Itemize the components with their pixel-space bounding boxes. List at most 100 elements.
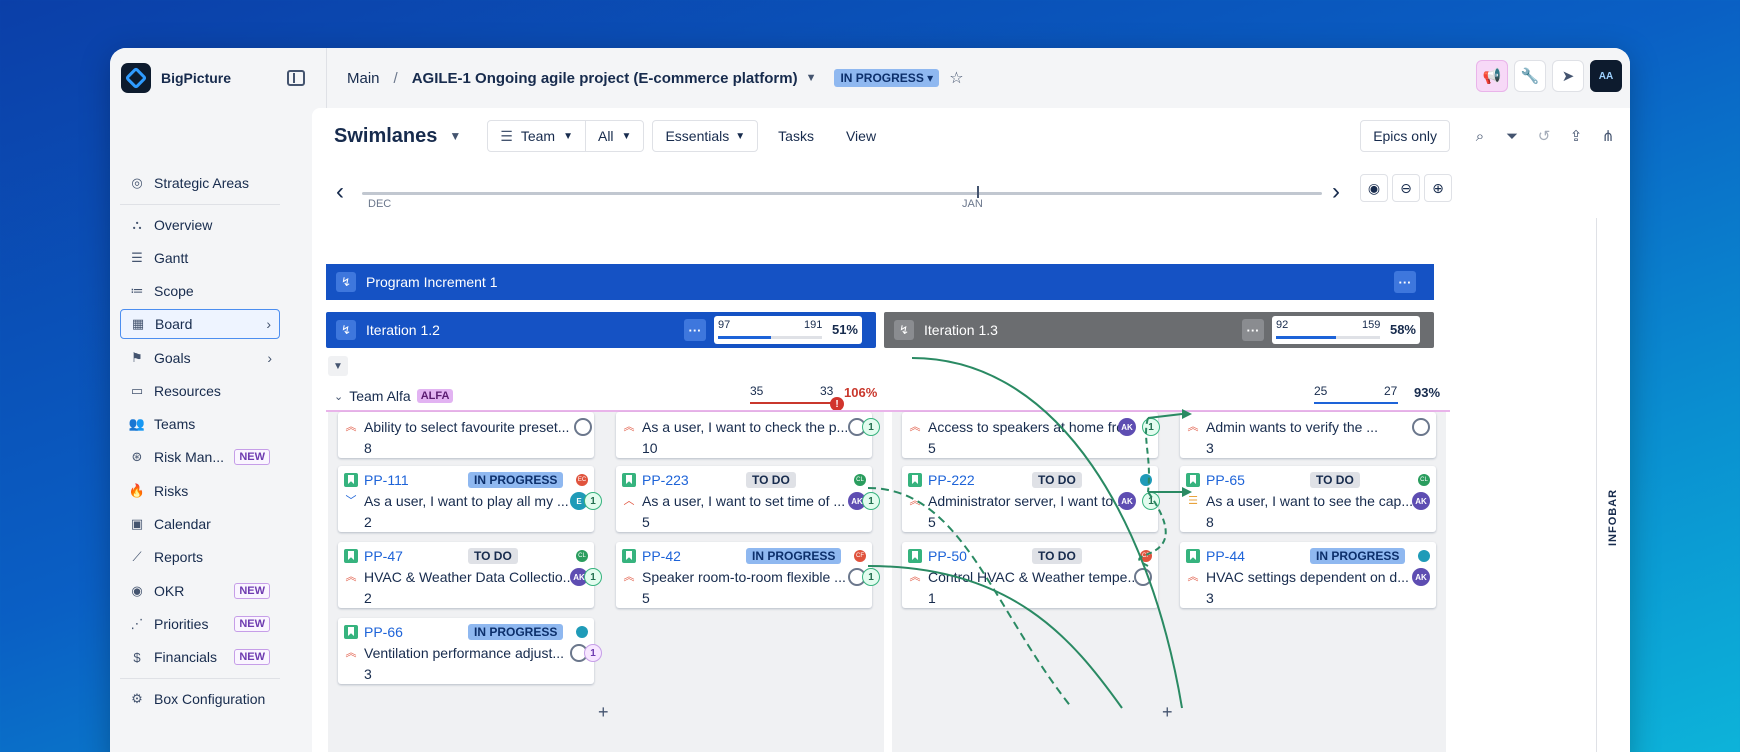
program-increment-bar[interactable]: ↯ Program Increment 1 ···: [326, 264, 1434, 300]
more-icon[interactable]: ···: [1394, 271, 1416, 293]
iteration-bar-1-3[interactable]: ↯ Iteration 1.3 ··· 92 159 58%: [884, 312, 1434, 348]
essentials-dropdown[interactable]: Essentials ▼: [652, 120, 759, 152]
issue-key[interactable]: PP-42: [642, 548, 681, 564]
search-icon[interactable]: ⌕: [1470, 128, 1490, 145]
zoom-in-icon[interactable]: ⊕: [1424, 174, 1452, 202]
dependency-count-badge[interactable]: 1: [584, 492, 602, 510]
task-card[interactable]: PP-223 TO DO CL ︿ As a user, I want to set …: [616, 466, 880, 532]
dependency-count-badge[interactable]: 1: [862, 568, 880, 586]
unassigned-avatar[interactable]: [1134, 568, 1152, 586]
sidebar-item-overview[interactable]: ⛬ Overview: [120, 210, 280, 240]
dependency-count-badge[interactable]: 1: [1142, 418, 1160, 436]
sidebar-item-goals[interactable]: ⚑ Goals ›: [120, 343, 280, 373]
task-card[interactable]: PP-111 IN PROGRESS EC ﹀ As a user, I want t…: [338, 466, 602, 532]
sidebar-item-financials[interactable]: $ Financials NEW: [120, 642, 280, 672]
sidebar-item-teams[interactable]: 👥 Teams: [120, 409, 280, 439]
dependency-count-badge[interactable]: 1: [584, 644, 602, 662]
task-card[interactable]: PP-65 TO DO CL ☰ As a user, I want to see t…: [1180, 466, 1436, 532]
task-card[interactable]: ︽ As a user, I want to check the p... 1 1…: [616, 412, 880, 458]
team-label[interactable]: ⌄ Team Alfa ALFA: [334, 388, 454, 404]
task-card[interactable]: PP-42 IN PROGRESS CF ︽ Speaker room-to-room…: [616, 542, 880, 608]
sidebar-item-resources[interactable]: ▭ Resources: [120, 376, 280, 406]
sidebar-item-scope[interactable]: ≔ Scope: [120, 276, 280, 306]
task-card[interactable]: PP-50 TO DO CF ︽ Control HVAC & Weather tem…: [902, 542, 1158, 608]
add-card-button[interactable]: +: [1162, 702, 1173, 723]
task-card[interactable]: PP-44 IN PROGRESS ︽ HVAC settings dependen…: [1180, 542, 1436, 608]
sidebar-item-box-configuration[interactable]: ⚙ Box Configuration: [120, 684, 280, 714]
share-icon[interactable]: ⋔: [1598, 127, 1618, 145]
timeline-track[interactable]: [362, 192, 1322, 195]
issue-key[interactable]: PP-50: [928, 548, 967, 564]
sidebar-item-okr[interactable]: ◉ OKR NEW: [120, 576, 280, 606]
overload-warning-icon[interactable]: !: [830, 397, 844, 411]
issue-key[interactable]: PP-47: [364, 548, 403, 564]
navigation-icon[interactable]: ➤: [1552, 60, 1584, 92]
chevron-left-icon[interactable]: ‹: [336, 178, 344, 206]
view-menu[interactable]: View: [846, 128, 876, 144]
sidebar-item-board[interactable]: ▦ Board ›: [120, 309, 280, 339]
sidebar-item-risks[interactable]: 🔥 Risks: [120, 476, 280, 506]
breadcrumb-main[interactable]: Main: [347, 70, 380, 87]
status-badge: TO DO: [468, 548, 518, 564]
more-icon[interactable]: ···: [1242, 319, 1264, 341]
sidebar-item-strategic-areas[interactable]: ◎ Strategic Areas: [120, 168, 280, 198]
dependency-count-badge[interactable]: 1: [584, 568, 602, 586]
star-icon[interactable]: ☆: [949, 68, 963, 88]
sidebar-item-risk-management[interactable]: ⊛ Risk Man... NEW: [120, 442, 280, 472]
infobar-panel[interactable]: INFOBAR: [1596, 218, 1630, 752]
filter-icon[interactable]: ⏷: [1502, 128, 1522, 145]
chevron-down-icon[interactable]: ▼: [449, 129, 461, 143]
dependency-count-badge[interactable]: 1: [1142, 492, 1160, 510]
more-icon[interactable]: ···: [684, 319, 706, 341]
issue-key[interactable]: PP-66: [364, 624, 403, 640]
add-card-button[interactable]: +: [598, 702, 609, 723]
export-icon[interactable]: ⇪: [1566, 127, 1586, 145]
issue-key[interactable]: PP-222: [928, 472, 975, 488]
sidebar-item-priorities[interactable]: ⋰ Priorities NEW: [120, 609, 280, 639]
priority-high-icon: ︽: [345, 420, 357, 433]
dependency-count-badge[interactable]: 1: [862, 492, 880, 510]
tasks-menu[interactable]: Tasks: [778, 128, 814, 144]
user-avatar[interactable]: AA: [1590, 60, 1622, 92]
task-card[interactable]: ︽ Ability to select favourite preset... 8: [338, 412, 594, 458]
unassigned-avatar[interactable]: [1412, 418, 1430, 436]
assignee-avatar[interactable]: AK: [1412, 492, 1430, 510]
issue-key[interactable]: PP-44: [1206, 548, 1245, 564]
assignee-avatar[interactable]: AK: [1118, 418, 1136, 436]
task-card[interactable]: ︽ Access to speakers at home fro... AK 1 …: [902, 412, 1160, 458]
iteration-bar-1-2[interactable]: ↯ Iteration 1.2 ··· 97 191 51%: [326, 312, 876, 348]
dependency-count-badge[interactable]: 1: [862, 418, 880, 436]
story-icon: [344, 473, 358, 487]
unassigned-avatar[interactable]: [574, 418, 592, 436]
teams-icon: 👥: [128, 416, 146, 431]
sidebar-item-gantt[interactable]: ☰ Gantt: [120, 243, 280, 273]
sidebar-item-calendar[interactable]: ▣ Calendar: [120, 509, 280, 539]
focus-today-icon[interactable]: ◉: [1360, 174, 1388, 202]
zoom-out-icon[interactable]: ⊖: [1392, 174, 1420, 202]
issue-key[interactable]: PP-65: [1206, 472, 1245, 488]
chevron-right-icon[interactable]: ›: [1332, 178, 1340, 206]
task-card[interactable]: PP-47 TO DO CL ︽ HVAC & Weather Data Collec…: [338, 542, 602, 608]
epics-only-button[interactable]: Epics only: [1360, 120, 1450, 152]
task-card[interactable]: PP-66 IN PROGRESS ︽ Ventilation performanc…: [338, 618, 602, 684]
undo-icon[interactable]: ↺: [1534, 127, 1554, 145]
team-select[interactable]: ☰ Team ▼: [488, 121, 585, 151]
issue-key[interactable]: PP-111: [364, 472, 409, 488]
collapse-all-icon[interactable]: ▼: [328, 356, 348, 376]
view-title[interactable]: Swimlanes: [334, 125, 437, 148]
sidebar-item-reports[interactable]: ⟋ Reports: [120, 542, 280, 572]
breadcrumb-project[interactable]: AGILE-1 Ongoing agile project (E-commerc…: [412, 70, 798, 87]
wrench-icon[interactable]: 🔧: [1514, 60, 1546, 92]
task-card[interactable]: ︽ Admin wants to verify the ... 3: [1180, 412, 1436, 458]
megaphone-icon[interactable]: 📢: [1476, 60, 1508, 92]
project-status-badge[interactable]: IN PROGRESS ▾: [834, 69, 940, 87]
brand[interactable]: BigPicture: [110, 63, 310, 93]
sidebar-collapse-icon[interactable]: [287, 70, 306, 86]
assignee-avatar[interactable]: AK: [1118, 492, 1136, 510]
iteration-capacity: 97 191 51%: [714, 316, 862, 344]
all-select[interactable]: All ▼: [584, 121, 643, 151]
assignee-avatar[interactable]: AK: [1412, 568, 1430, 586]
issue-key[interactable]: PP-223: [642, 472, 689, 488]
chevron-down-icon[interactable]: ▼: [806, 72, 817, 84]
task-card[interactable]: PP-222 TO DO ︽ Administrator server, I wan…: [902, 466, 1160, 532]
